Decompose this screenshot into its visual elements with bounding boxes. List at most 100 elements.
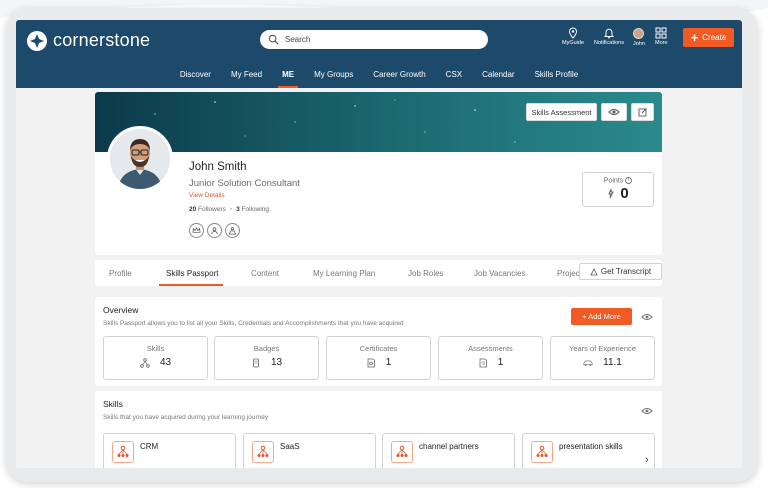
notifications-button[interactable]: Notifications [594,27,624,46]
skill-network-icon [252,441,274,463]
points-label: Points i [583,177,653,184]
skills-section: Skills Skills that you have acquired dur… [95,391,662,468]
edit-icon [638,108,647,117]
skill-network-icon [391,441,413,463]
skill-name: channel partners [419,442,479,451]
stat-certificates[interactable]: Certificates 1 [326,336,431,380]
profile-tabs: Profile Skills Passport Content My Learn… [95,260,662,286]
nav-career-growth[interactable]: Career Growth [363,66,435,88]
transcript-icon [590,267,598,275]
stat-value: 43 [159,357,172,368]
stat-years-of-experience[interactable]: Years of Experience 11.1 [550,336,655,380]
tab-skills-passport[interactable]: Skills Passport [166,269,218,278]
bell-icon [603,28,615,39]
view-details-link[interactable]: View Details [189,192,225,199]
cornerstone-logo-icon [27,30,47,51]
add-more-button[interactable]: + Add More [571,308,632,325]
header-bar: cornerstone MyGuide Notifications John M… [16,20,742,88]
avatar [633,28,645,39]
certificate-icon [367,358,375,367]
nav-me[interactable]: ME [272,66,304,88]
nav-skills-profile[interactable]: Skills Profile [525,66,589,88]
followers-label: Followers [198,206,226,213]
overview-title: Overview [103,305,139,315]
tab-profile[interactable]: Profile [109,269,132,278]
stat-label: Badges [253,344,280,353]
nav-csx[interactable]: CSX [436,66,472,88]
following-label: Following [241,206,270,213]
eye-icon[interactable] [641,407,653,415]
tab-projects[interactable]: Projec [557,269,580,278]
car-icon [583,360,593,366]
nav-discover[interactable]: Discover [170,66,221,88]
stat-row: 13 [215,357,318,368]
cornerstone-logo[interactable]: cornerstone [27,30,150,51]
skill-card[interactable]: channel partners [382,433,515,468]
skill-network-icon [112,441,134,463]
crown-icon[interactable] [189,223,204,238]
chevron-right-icon[interactable]: › [645,454,659,468]
visibility-toggle-button[interactable] [601,103,627,121]
nav-calendar[interactable]: Calendar [472,66,524,88]
grid-icon [655,27,667,39]
stat-badges[interactable]: Badges 13 [214,336,319,380]
active-tab-indicator [159,284,223,286]
myguide-button[interactable]: MyGuide [562,27,584,46]
tab-my-learning-plan[interactable]: My Learning Plan [313,269,375,278]
overview-description: Skills Passport allows you to list all y… [103,320,404,327]
brand-name: cornerstone [53,30,151,50]
profile-photo[interactable] [107,126,173,192]
notifications-label: Notifications [594,40,624,46]
profile-badges [189,223,240,238]
stat-row: 1 [327,357,430,368]
points-icon [608,189,615,199]
points-value: 0 [620,185,629,203]
plus-icon: + [690,30,699,45]
following-link[interactable]: 3 Following [236,206,269,213]
followers-link[interactable]: 20 Followers [189,206,226,213]
skill-name: CRM [140,442,159,451]
more-menu[interactable]: More [655,27,668,46]
info-icon[interactable]: i [625,177,633,184]
more-label: More [655,40,668,46]
nav-my-groups[interactable]: My Groups [304,66,363,88]
stat-row: 43 [104,357,207,368]
skills-icon [140,357,150,368]
get-transcript-button[interactable]: Get Transcript [579,263,662,280]
stat-assessments[interactable]: Assessments 1 [438,336,543,380]
nav-my-feed[interactable]: My Feed [221,66,272,88]
stat-row: 1 [439,357,542,368]
tab-job-vacancies[interactable]: Job Vacancies [474,269,525,278]
person-icon[interactable] [207,223,222,238]
stat-row: 11.1 [551,357,654,368]
skills-assessment-button[interactable]: Skills Assessment [526,103,597,121]
skill-network-icon [531,441,553,463]
profile-card: Skills Assessment John Smith Junior Solu… [95,92,662,255]
profile-photo-image [110,129,170,189]
main-nav: Discover My Feed ME My Groups Career Gro… [16,66,742,88]
skill-card[interactable]: CRM [103,433,236,468]
search-input[interactable] [285,35,465,44]
user-menu[interactable]: John [633,28,645,47]
search-icon [268,34,279,45]
search-bar[interactable] [260,30,488,49]
mentor-icon[interactable] [225,223,240,238]
stat-skills[interactable]: Skills 43 [103,336,208,380]
stat-value: 1 [385,357,392,368]
points-box: Points i 0 [582,172,654,207]
tab-content[interactable]: Content [251,269,279,278]
stat-value: 1 [497,357,504,368]
skill-card[interactable]: presentation skills [522,433,655,468]
create-button[interactable]: + Create [683,28,734,47]
assessment-icon [479,358,487,367]
stat-value: 11.1 [603,357,622,368]
stat-value: 13 [270,357,283,368]
eye-icon[interactable] [641,313,653,321]
stat-label: Skills [146,344,165,353]
tab-job-roles[interactable]: Job Roles [408,269,444,278]
stat-label: Certificates [359,344,398,353]
edit-banner-button[interactable] [631,103,654,121]
skill-card[interactable]: SaaS [243,433,376,468]
dot-separator: • [229,206,233,213]
eye-icon [608,109,620,115]
